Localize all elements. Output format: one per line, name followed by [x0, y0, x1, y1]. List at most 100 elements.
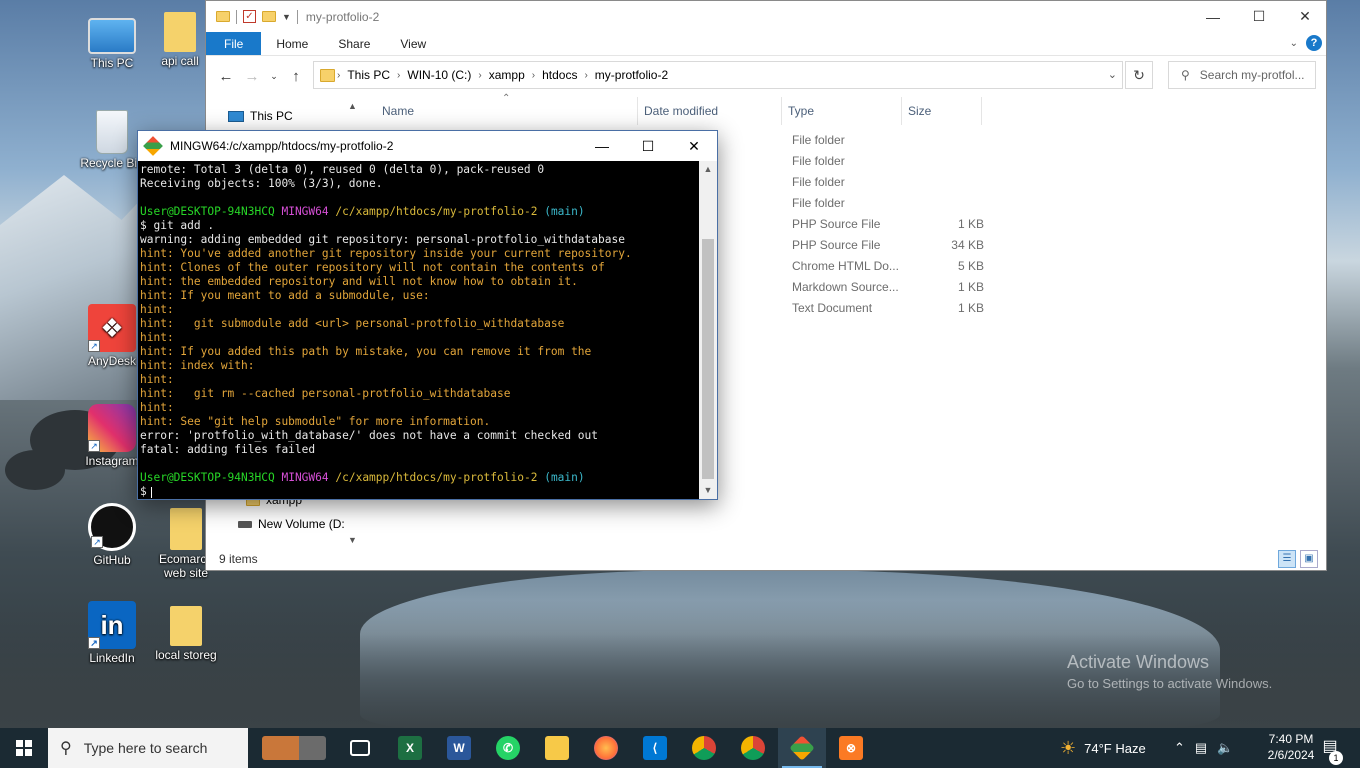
taskbar-vscode[interactable]: ⟨ — [631, 728, 679, 768]
properties-icon[interactable]: ✓ — [243, 10, 256, 23]
scrollbar-thumb[interactable] — [702, 239, 714, 479]
taskbar-search-highlight-calculator[interactable] — [256, 728, 332, 768]
start-button[interactable] — [0, 728, 48, 768]
explorer-title-bar: ✓ ▼ my-protfolio-2 — [206, 1, 1326, 32]
column-header-size[interactable]: Size — [902, 97, 982, 125]
chevron-down-icon[interactable]: ▼ — [282, 12, 291, 22]
breadcrumb-current-folder[interactable]: my-protfolio-2 — [595, 68, 668, 82]
search-input[interactable]: ⚲ Search my-protfol... — [1168, 61, 1316, 89]
show-hidden-icons-chevron-icon[interactable]: ⌃ — [1174, 740, 1185, 756]
chrome-html-file-icon — [170, 606, 202, 646]
minimize-button[interactable]: — — [1190, 1, 1236, 32]
maximize-button[interactable]: ☐ — [1236, 1, 1282, 32]
terminal-input-line[interactable]: $ — [140, 485, 700, 499]
scroll-up-icon[interactable]: ▲ — [699, 164, 717, 174]
taskbar-chrome[interactable] — [680, 728, 728, 768]
item-count: 9 items — [219, 552, 258, 566]
terminal-output[interactable]: remote: Total 3 (delta 0), reused 0 (del… — [138, 161, 700, 499]
taskbar-chrome-profile[interactable] — [729, 728, 777, 768]
scroll-down-icon[interactable]: ▼ — [699, 485, 717, 495]
taskbar-search-box[interactable]: ⚲ Type here to search — [48, 728, 248, 768]
excel-icon: X — [398, 736, 422, 760]
breadcrumb-separator-icon[interactable]: › — [337, 70, 340, 81]
terminal-hint: hint: git submodule add <url> personal-p… — [140, 317, 565, 330]
tab-share[interactable]: Share — [323, 32, 385, 55]
up-arrow-icon[interactable]: ↑ — [286, 68, 306, 85]
desktop-icon-api-call[interactable]: api call — [150, 12, 210, 68]
terminal-scrollbar[interactable]: ▲ ▼ — [699, 161, 717, 499]
tab-file[interactable]: File — [206, 32, 262, 55]
nav-item-this-pc[interactable]: This PC — [228, 109, 293, 123]
scroll-down-icon[interactable]: ▼ — [344, 535, 361, 545]
recent-locations-chevron-icon[interactable]: ⌄ — [268, 71, 280, 82]
taskbar-firefox[interactable] — [582, 728, 630, 768]
ribbon-expand-chevron-icon[interactable]: ⌄ — [1290, 38, 1298, 49]
file-explorer-icon — [545, 736, 569, 760]
breadcrumb-separator-icon[interactable]: › — [478, 70, 481, 81]
desktop-icon-github[interactable]: ↗ GitHub — [75, 503, 149, 567]
taskbar-file-explorer[interactable] — [533, 728, 581, 768]
nav-item-new-volume[interactable]: New Volume (D: — [238, 517, 345, 531]
desktop-icon-local-storeg[interactable]: local storeg — [150, 606, 222, 662]
chevron-down-icon[interactable]: ⌄ — [1108, 68, 1117, 81]
weather-widget[interactable]: ☀ 74°F Haze — [1060, 728, 1146, 768]
back-arrow-icon[interactable]: ← — [216, 68, 236, 85]
taskbar-whatsapp[interactable]: ✆ — [484, 728, 532, 768]
desktop-icon-label: api call — [161, 54, 199, 68]
haze-weather-icon: ☀ — [1060, 737, 1077, 758]
breadcrumb-separator-icon[interactable]: › — [532, 70, 535, 81]
taskbar-task-view[interactable] — [336, 728, 384, 768]
details-view-icon[interactable]: ☰ — [1278, 550, 1296, 568]
search-placeholder: Search my-protfol... — [1199, 68, 1305, 82]
terminal-hint: hint: — [140, 373, 174, 386]
watermark-subtitle: Go to Settings to activate Windows. — [1067, 676, 1273, 691]
breadcrumb-htdocs[interactable]: htdocs — [542, 68, 577, 82]
taskbar-git-bash[interactable] — [778, 728, 826, 768]
close-button[interactable]: ✕ — [671, 131, 717, 161]
volume-icon[interactable]: 🔈 — [1217, 740, 1233, 756]
tab-view[interactable]: View — [385, 32, 441, 55]
column-header-name[interactable]: Name — [376, 97, 638, 125]
new-folder-icon[interactable] — [262, 11, 276, 22]
taskbar-word[interactable]: W — [435, 728, 483, 768]
terminal-hint: hint: If you meant to add a submodule, u… — [140, 289, 430, 302]
shortcut-arrow-icon: ↗ — [88, 637, 100, 649]
breadcrumb-separator-icon[interactable]: › — [584, 70, 587, 81]
terminal-hint: hint: index with: — [140, 359, 255, 372]
breadcrumb-drive[interactable]: WIN-10 (C:) — [407, 68, 471, 82]
close-button[interactable]: ✕ — [1282, 1, 1328, 32]
taskbar-clock[interactable]: 7:40 PM 2/6/2024 — [1264, 731, 1318, 763]
desktop-icon-this-pc[interactable]: This PC — [75, 12, 149, 70]
desktop-icon-linkedin[interactable]: in ↗ LinkedIn — [75, 601, 149, 665]
terminal-line: remote: Total 3 (delta 0), reused 0 (del… — [140, 163, 545, 176]
column-header-type[interactable]: Type — [782, 97, 902, 125]
large-icons-view-icon[interactable]: ▣ — [1300, 550, 1318, 568]
breadcrumb-separator-icon[interactable]: › — [397, 70, 400, 81]
terminal-hint: hint: See "git help submodule" for more … — [140, 415, 491, 428]
shortcut-arrow-icon: ↗ — [91, 536, 103, 548]
status-bar: 9 items ☰ ▣ — [206, 548, 1326, 570]
maximize-button[interactable]: ☐ — [625, 131, 671, 161]
terminal-hint: hint: git rm --cached personal-protfolio… — [140, 387, 511, 400]
minimize-button[interactable]: — — [579, 131, 625, 161]
address-bar[interactable]: › This PC › WIN-10 (C:) › xampp › htdocs… — [313, 61, 1123, 89]
activate-windows-watermark: Activate Windows Go to Settings to activ… — [1067, 652, 1272, 691]
refresh-button[interactable]: ↻ — [1125, 61, 1153, 89]
breadcrumb-this-pc[interactable]: This PC — [347, 68, 390, 82]
network-icon[interactable]: ▤ — [1195, 740, 1207, 756]
taskbar-excel[interactable]: X — [386, 728, 434, 768]
scroll-up-icon[interactable]: ▲ — [344, 101, 361, 111]
column-header-date[interactable]: Date modified — [638, 97, 782, 125]
tab-home[interactable]: Home — [261, 32, 323, 55]
file-type: File folder — [792, 174, 845, 189]
help-icon[interactable]: ? — [1306, 35, 1322, 51]
desktop-icon-label: LinkedIn — [89, 651, 135, 665]
breadcrumb-xampp[interactable]: xampp — [489, 68, 525, 82]
prompt-line: User@DESKTOP-94N3HCQ MINGW64 /c/xampp/ht… — [140, 471, 700, 485]
file-list-header: Name Date modified Type Size — [376, 97, 982, 125]
anydesk-icon: ❖ ↗ — [88, 304, 136, 352]
forward-arrow-icon[interactable]: → — [242, 68, 262, 85]
taskbar-xampp[interactable]: ⊗ — [827, 728, 875, 768]
